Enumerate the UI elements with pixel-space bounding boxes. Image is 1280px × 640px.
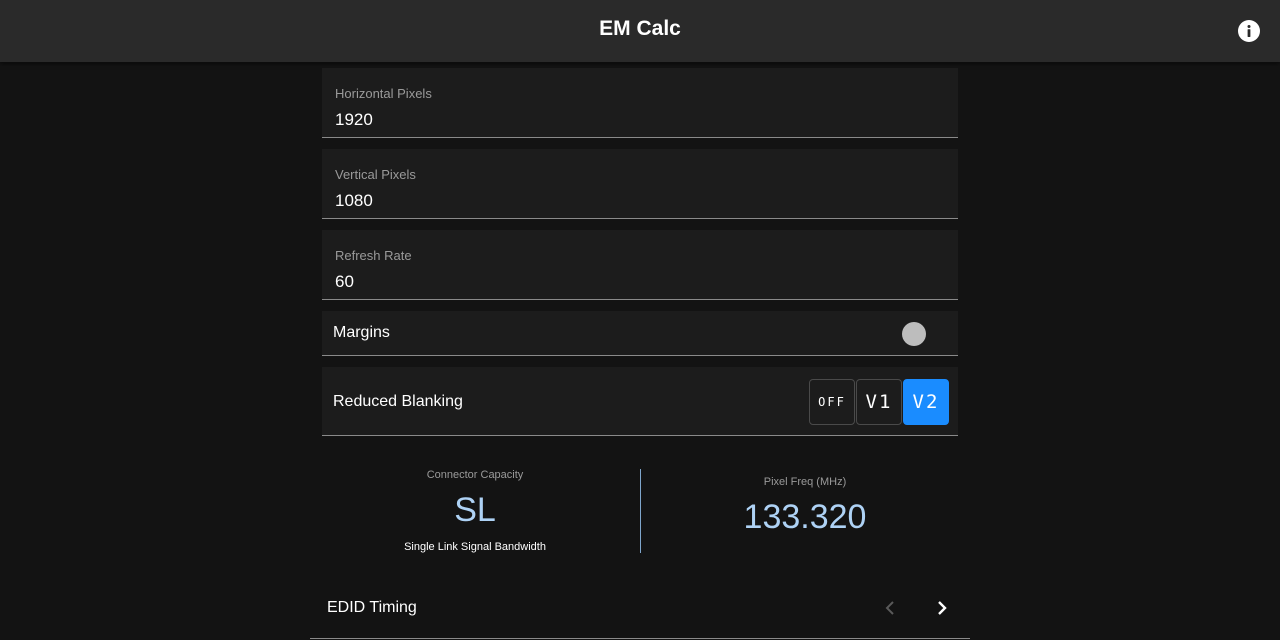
margins-row: Margins [322, 311, 958, 356]
results-divider [640, 469, 641, 553]
reduced-blanking-label: Reduced Blanking [333, 393, 463, 410]
edid-timing-label: EDID Timing [327, 599, 417, 616]
blanking-v1-button[interactable]: V1 [856, 379, 902, 425]
horizontal-pixels-input[interactable] [335, 106, 935, 134]
margins-toggle[interactable] [902, 322, 926, 346]
blanking-off-button[interactable]: OFF [809, 379, 855, 425]
results-panel: Connector Capacity SL Single Link Signal… [322, 457, 958, 557]
connector-capacity-value: SL [454, 491, 496, 529]
vertical-pixels-field[interactable]: Vertical Pixels [322, 149, 958, 219]
edid-timing-row[interactable]: EDID Timing [310, 577, 970, 639]
vertical-pixels-input[interactable] [335, 187, 935, 215]
blanking-v2-button[interactable]: V2 [903, 379, 949, 425]
margins-label: Margins [333, 324, 390, 341]
horizontal-pixels-label: Horizontal Pixels [335, 86, 432, 101]
horizontal-pixels-field[interactable]: Horizontal Pixels [322, 68, 958, 138]
pixel-freq-value: 133.320 [743, 498, 867, 536]
app-title: EM Calc [599, 17, 681, 40]
chevron-right-icon[interactable] [931, 597, 953, 619]
refresh-rate-field[interactable]: Refresh Rate [322, 230, 958, 300]
reduced-blanking-row: Reduced Blanking OFF V1 V2 [322, 367, 958, 436]
refresh-rate-label: Refresh Rate [335, 248, 412, 263]
chevron-left-icon[interactable] [879, 597, 901, 619]
pixel-freq-label: Pixel Freq (MHz) [763, 476, 847, 488]
connector-capacity-description: Single Link Signal Bandwidth [404, 541, 546, 553]
vertical-pixels-label: Vertical Pixels [335, 167, 416, 182]
reduced-blanking-segmented-control: OFF V1 V2 [809, 379, 950, 425]
refresh-rate-input[interactable] [335, 268, 935, 296]
info-icon[interactable] [1238, 20, 1260, 42]
app-bar: EM Calc [0, 0, 1280, 62]
connector-capacity-label: Connector Capacity [426, 469, 524, 481]
